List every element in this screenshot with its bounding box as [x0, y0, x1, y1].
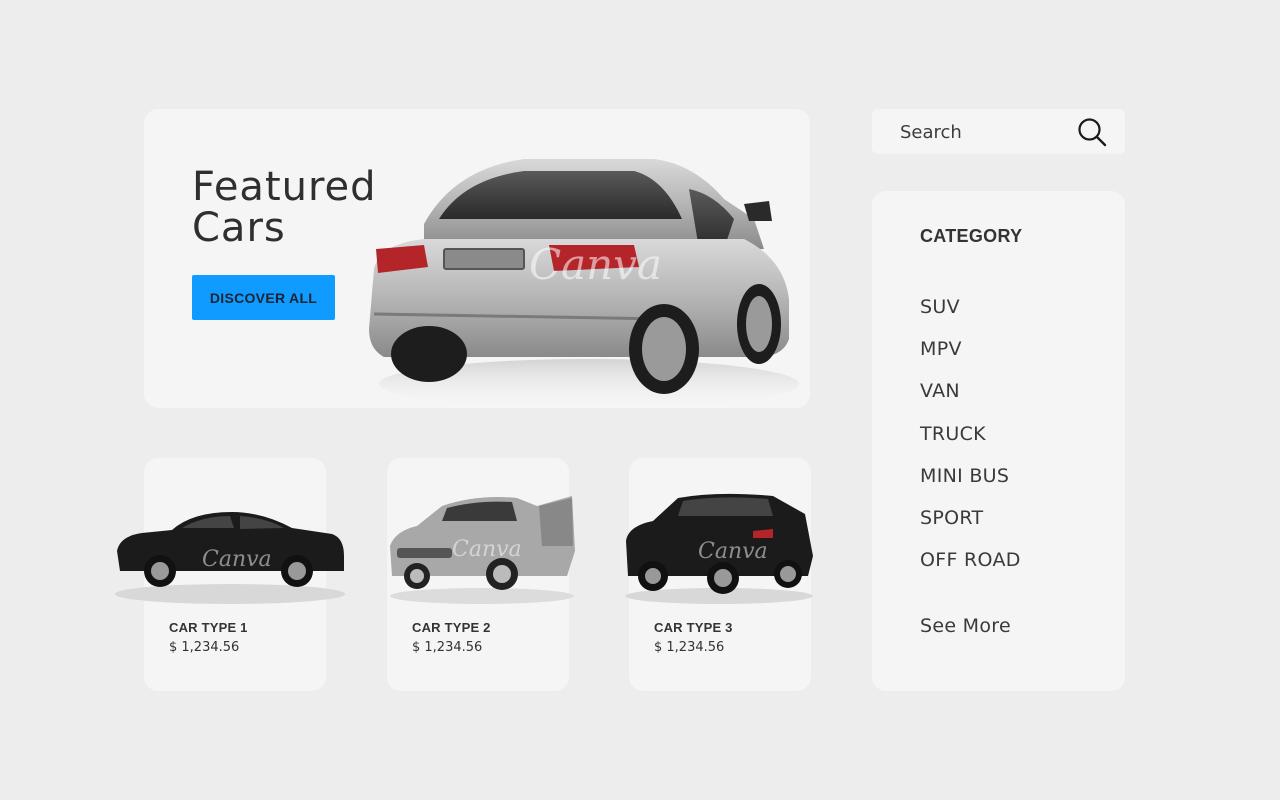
category-item-truck[interactable]: TRUCK — [920, 420, 1021, 462]
category-panel: CATEGORY SUV MPV VAN TRUCK MINI BUS SPOR… — [872, 191, 1125, 691]
search-bar — [872, 109, 1125, 156]
watermark-text: Canva — [452, 537, 522, 562]
product-price: $ 1,234.56 — [412, 640, 483, 655]
car-image-3: Canva — [625, 493, 813, 604]
product-name: CAR TYPE 1 — [169, 620, 248, 635]
category-item-mpv[interactable]: MPV — [920, 335, 1021, 377]
watermark-text: Canva — [202, 547, 272, 572]
product-price: $ 1,234.56 — [169, 640, 240, 655]
featured-banner: Featured Cars DISCOVER ALL Canva — [144, 109, 810, 408]
category-item-mini-bus[interactable]: MINI BUS — [920, 462, 1021, 504]
category-item-off-road[interactable]: OFF ROAD — [920, 546, 1021, 588]
product-card-2[interactable]: Canva CAR TYPE 2 $ 1,234.56 — [387, 458, 575, 691]
product-price: $ 1,234.56 — [654, 640, 725, 655]
watermark-text: Canva — [698, 539, 768, 564]
category-list: SUV MPV VAN TRUCK MINI BUS SPORT OFF ROA… — [920, 293, 1021, 588]
product-card-1[interactable]: Canva CAR TYPE 1 $ 1,234.56 — [115, 458, 345, 691]
search-icon[interactable] — [1077, 117, 1107, 147]
category-item-van[interactable]: VAN — [920, 377, 1021, 419]
watermark-text: Canva — [529, 240, 662, 289]
car-image-2: Canva — [390, 496, 575, 604]
category-item-suv[interactable]: SUV — [920, 293, 1021, 335]
car-image-1: Canva — [115, 512, 345, 604]
category-item-sport[interactable]: SPORT — [920, 504, 1021, 546]
search-input[interactable] — [898, 109, 1072, 156]
see-more-link[interactable]: See More — [920, 615, 1011, 637]
product-card-3[interactable]: Canva CAR TYPE 3 $ 1,234.56 — [625, 458, 813, 691]
featured-car-image: Canva — [369, 159, 799, 408]
featured-title: Featured Cars — [192, 164, 377, 251]
product-name: CAR TYPE 2 — [412, 620, 491, 635]
discover-all-button[interactable]: DISCOVER ALL — [192, 275, 335, 320]
category-heading: CATEGORY — [920, 226, 1023, 246]
product-name: CAR TYPE 3 — [654, 620, 733, 635]
